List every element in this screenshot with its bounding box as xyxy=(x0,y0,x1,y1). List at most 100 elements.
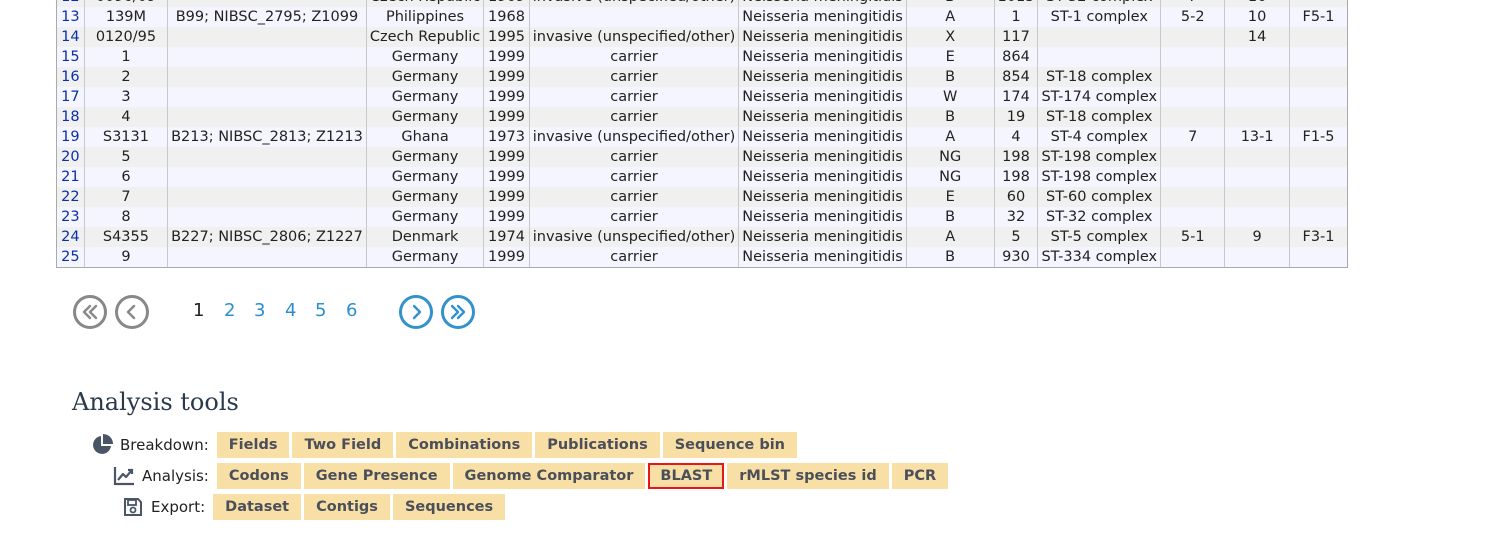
first-page-button[interactable] xyxy=(73,295,107,329)
cell-name: 0096/09 xyxy=(84,0,169,7)
isolate-id-link[interactable]: 25 xyxy=(57,247,85,267)
isolate-id-link[interactable]: 22 xyxy=(57,187,85,207)
cell-st: 5 xyxy=(994,227,1039,247)
cell-c2: 10 xyxy=(1224,7,1290,27)
page-2-link[interactable]: 2 xyxy=(224,300,235,321)
cell-clonal-complex: ST-18 complex xyxy=(1037,67,1162,87)
cell-clonal-complex: ST-174 complex xyxy=(1037,87,1162,107)
cell-year: 1969 xyxy=(483,0,530,7)
rmlst-species-id-button[interactable]: rMLST species id xyxy=(727,463,889,489)
isolate-id-link[interactable]: 23 xyxy=(57,207,85,227)
pcr-button[interactable]: PCR xyxy=(891,463,949,489)
cell-species: Neisseria meningitidis xyxy=(738,167,907,187)
cell-year: 1995 xyxy=(483,27,530,47)
isolate-id-link[interactable]: 16 xyxy=(57,67,85,87)
dataset-button[interactable]: Dataset xyxy=(213,494,302,520)
table-row: 19 S3131 B213; NIBSC_2813; Z1213 Ghana 1973 i… xyxy=(57,127,1347,147)
cell-serogroup: B xyxy=(906,207,995,227)
cell-name: 1 xyxy=(84,47,169,67)
cell-species: Neisseria meningitidis xyxy=(738,0,907,7)
two-field-button[interactable]: Two Field xyxy=(292,432,394,458)
table-row: 22 7 Germany 1999 carrier Neisseria meningiti… xyxy=(57,187,1347,207)
next-page-button[interactable] xyxy=(399,295,433,329)
cell-name: 0120/95 xyxy=(84,27,169,47)
cell-c2 xyxy=(1224,47,1290,67)
prev-page-button[interactable] xyxy=(115,295,149,329)
cell-aliases xyxy=(167,47,367,67)
contigs-button[interactable]: Contigs xyxy=(304,494,390,520)
publications-button[interactable]: Publications xyxy=(535,432,660,458)
isolate-id-link[interactable]: 17 xyxy=(57,87,85,107)
isolate-id-link[interactable]: 21 xyxy=(57,167,85,187)
cell-aliases xyxy=(167,87,367,107)
cell-year: 1999 xyxy=(483,207,530,227)
cell-country: Germany xyxy=(366,47,485,67)
isolate-id-link[interactable]: 20 xyxy=(57,147,85,167)
sequences-button[interactable]: Sequences xyxy=(392,494,506,520)
cell-clonal-complex: ST-198 complex xyxy=(1037,167,1162,187)
cell-name: 7 xyxy=(84,187,169,207)
breakdown-label: Breakdown: xyxy=(120,436,209,454)
chevron-left-icon xyxy=(126,304,136,320)
table-row: 15 1 Germany 1999 carrier Neisseria meningiti… xyxy=(57,47,1347,67)
analysis-row: Analysis: Codons Gene Presence Genome Comp… xyxy=(112,463,951,489)
isolate-id-link[interactable]: 12 xyxy=(57,0,85,7)
isolate-id-link[interactable]: 18 xyxy=(57,107,85,127)
cell-c2 xyxy=(1224,207,1290,227)
table-row: 23 8 Germany 1999 carrier Neisseria meningiti… xyxy=(57,207,1347,227)
cell-c2 xyxy=(1224,87,1290,107)
cell-c3 xyxy=(1289,207,1347,227)
cell-species: Neisseria meningitidis xyxy=(738,67,907,87)
cell-serogroup: NG xyxy=(906,167,995,187)
cell-year: 1999 xyxy=(483,47,530,67)
genome-comparator-button[interactable]: Genome Comparator xyxy=(452,463,646,489)
cell-year: 1973 xyxy=(483,127,530,147)
cell-aliases xyxy=(167,147,367,167)
page-5-link[interactable]: 5 xyxy=(315,300,326,321)
chevron-right-icon xyxy=(412,304,422,320)
isolate-id-link[interactable]: 14 xyxy=(57,27,85,47)
table-row: 16 2 Germany 1999 carrier Neisseria meningiti… xyxy=(57,67,1347,87)
cell-clonal-complex: ST-32 complex xyxy=(1037,207,1162,227)
cell-c1 xyxy=(1160,167,1226,187)
cell-aliases xyxy=(167,0,367,7)
last-page-button[interactable] xyxy=(441,295,475,329)
page-4-link[interactable]: 4 xyxy=(285,300,296,321)
cell-species: Neisseria meningitidis xyxy=(738,27,907,47)
cell-c2: 14 xyxy=(1224,27,1290,47)
cell-serogroup: X xyxy=(906,27,995,47)
cell-st: 930 xyxy=(994,247,1039,267)
table-row: 18 4 Germany 1999 carrier Neisseria meningiti… xyxy=(57,107,1347,127)
isolate-id-link[interactable]: 13 xyxy=(57,7,85,27)
combinations-button[interactable]: Combinations xyxy=(396,432,533,458)
codons-button[interactable]: Codons xyxy=(216,463,301,489)
cell-disease: carrier xyxy=(529,87,740,107)
cell-c2 xyxy=(1224,67,1290,87)
sequence-bin-button[interactable]: Sequence bin xyxy=(662,432,797,458)
blast-button[interactable]: BLAST xyxy=(648,463,725,489)
page-6-link[interactable]: 6 xyxy=(346,300,357,321)
table-row: 25 9 Germany 1999 carrier Neisseria meningiti… xyxy=(57,247,1347,267)
cell-c3 xyxy=(1289,67,1347,87)
cell-disease: invasive (unspecified/other) xyxy=(529,227,740,247)
cell-country: Czech Republic xyxy=(366,27,485,47)
fields-button[interactable]: Fields xyxy=(216,432,290,458)
isolate-id-link[interactable]: 19 xyxy=(57,127,85,147)
cell-c3 xyxy=(1289,87,1347,107)
cell-disease: carrier xyxy=(529,47,740,67)
cell-st: 854 xyxy=(994,67,1039,87)
cell-clonal-complex: ST-4 complex xyxy=(1037,127,1162,147)
page-3-link[interactable]: 3 xyxy=(254,300,265,321)
cell-country: Germany xyxy=(366,107,485,127)
isolate-id-link[interactable]: 15 xyxy=(57,47,85,67)
cell-st: 1015 xyxy=(994,0,1039,7)
line-chart-icon xyxy=(112,465,136,487)
double-chevron-left-icon xyxy=(82,304,98,320)
isolate-id-link[interactable]: 24 xyxy=(57,227,85,247)
cell-st: 1 xyxy=(994,7,1039,27)
cell-country: Germany xyxy=(366,207,485,227)
cell-disease: invasive (unspecified/other) xyxy=(529,0,740,7)
gene-presence-button[interactable]: Gene Presence xyxy=(303,463,450,489)
cell-c1 xyxy=(1160,187,1226,207)
cell-c2 xyxy=(1224,107,1290,127)
